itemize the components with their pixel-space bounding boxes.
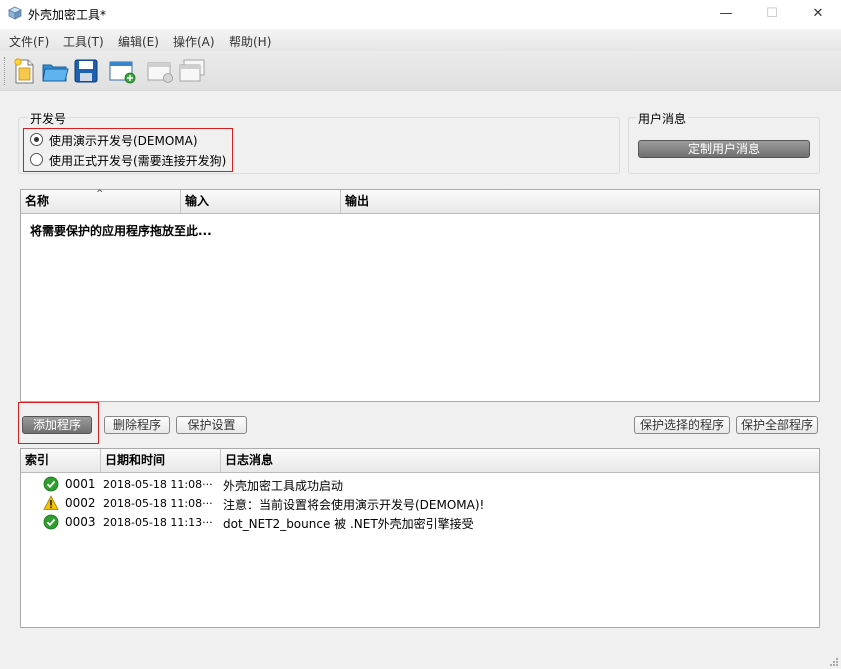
new-file-icon[interactable] (9, 56, 39, 86)
add-window-icon[interactable] (107, 56, 137, 86)
log-index: 0003 (65, 515, 96, 529)
column-index[interactable]: 索引 (21, 449, 101, 472)
log-message: 注意：当前设置将会使用演示开发号(DEMOMA)! (223, 498, 485, 512)
close-button[interactable]: ✕ (795, 0, 841, 29)
log-time: 2018-05-18 11:08··· (103, 497, 213, 510)
log-message: dot_NET2_bounce 被 .NET外壳加密引擎接受 (223, 517, 474, 531)
column-name-label: 名称 (25, 194, 50, 208)
menu-edit[interactable]: 编辑(E) (118, 33, 159, 50)
log-list[interactable]: 索引 日期和时间 日志消息 0001 2018-05-18 11:08··· 外… (20, 448, 820, 628)
minimize-button[interactable]: — (703, 0, 749, 29)
log-time: 2018-05-18 11:13··· (103, 516, 213, 529)
column-name[interactable]: 名称 ^ (21, 189, 181, 213)
menu-tools[interactable]: 工具(T) (63, 33, 104, 50)
maximize-button[interactable]: ☐ (749, 0, 795, 29)
success-check-icon (43, 514, 59, 530)
log-row[interactable]: 0003 2018-05-18 11:13··· dot_NET2_bounce… (21, 513, 819, 531)
delete-program-button[interactable]: 删除程序 (104, 416, 170, 434)
program-list[interactable]: 名称 ^ 输入 输出 将需要保护的应用程序拖放至此... (20, 189, 820, 402)
save-icon[interactable] (71, 56, 101, 86)
column-datetime[interactable]: 日期和时间 (101, 449, 221, 472)
window-stack-disabled-icon[interactable] (177, 56, 207, 86)
warning-triangle-icon (43, 495, 59, 510)
log-time: 2018-05-18 11:08··· (103, 478, 213, 491)
log-index: 0001 (65, 477, 96, 491)
log-row[interactable]: 0002 2018-05-18 11:08··· 注意：当前设置将会使用演示开发… (21, 494, 819, 512)
customize-user-message-button[interactable]: 定制用户消息 (638, 140, 810, 158)
column-log-message[interactable]: 日志消息 (221, 449, 819, 472)
log-row[interactable]: 0001 2018-05-18 11:08··· 外壳加密工具成功启动 (21, 475, 819, 493)
highlight-box-add-program (18, 402, 99, 444)
sort-ascending-icon: ^ (96, 189, 104, 199)
developer-group-label: 开发号 (28, 110, 69, 127)
log-list-header: 索引 日期和时间 日志消息 (21, 449, 819, 473)
toolbar (0, 51, 841, 91)
log-message: 外壳加密工具成功启动 (223, 479, 344, 493)
open-folder-icon[interactable] (40, 56, 70, 86)
protect-all-button[interactable]: 保护全部程序 (736, 416, 818, 434)
window-disabled-icon[interactable] (145, 56, 175, 86)
toolbar-grip (4, 57, 7, 85)
app-cube-icon (8, 6, 22, 20)
resize-grip-icon[interactable] (829, 657, 839, 667)
drop-hint-text: 将需要保护的应用程序拖放至此... (30, 224, 212, 238)
program-list-header: 名称 ^ 输入 输出 (21, 189, 819, 214)
menu-action[interactable]: 操作(A) (173, 33, 215, 50)
log-index: 0002 (65, 496, 96, 510)
success-check-icon (43, 476, 59, 492)
menu-bar: 文件(F) 工具(T) 编辑(E) 操作(A) 帮助(H) (0, 29, 841, 51)
user-message-group-label: 用户消息 (636, 110, 689, 127)
menu-help[interactable]: 帮助(H) (229, 33, 271, 50)
window-title: 外壳加密工具* (28, 8, 107, 22)
menu-file[interactable]: 文件(F) (9, 33, 49, 50)
protect-settings-button[interactable]: 保护设置 (176, 416, 247, 434)
protect-selected-button[interactable]: 保护选择的程序 (634, 416, 730, 434)
column-output[interactable]: 输出 (341, 190, 819, 213)
column-input[interactable]: 输入 (181, 190, 341, 213)
highlight-box-developer (23, 128, 233, 172)
title-bar: 外壳加密工具* — ☐ ✕ (0, 0, 841, 29)
